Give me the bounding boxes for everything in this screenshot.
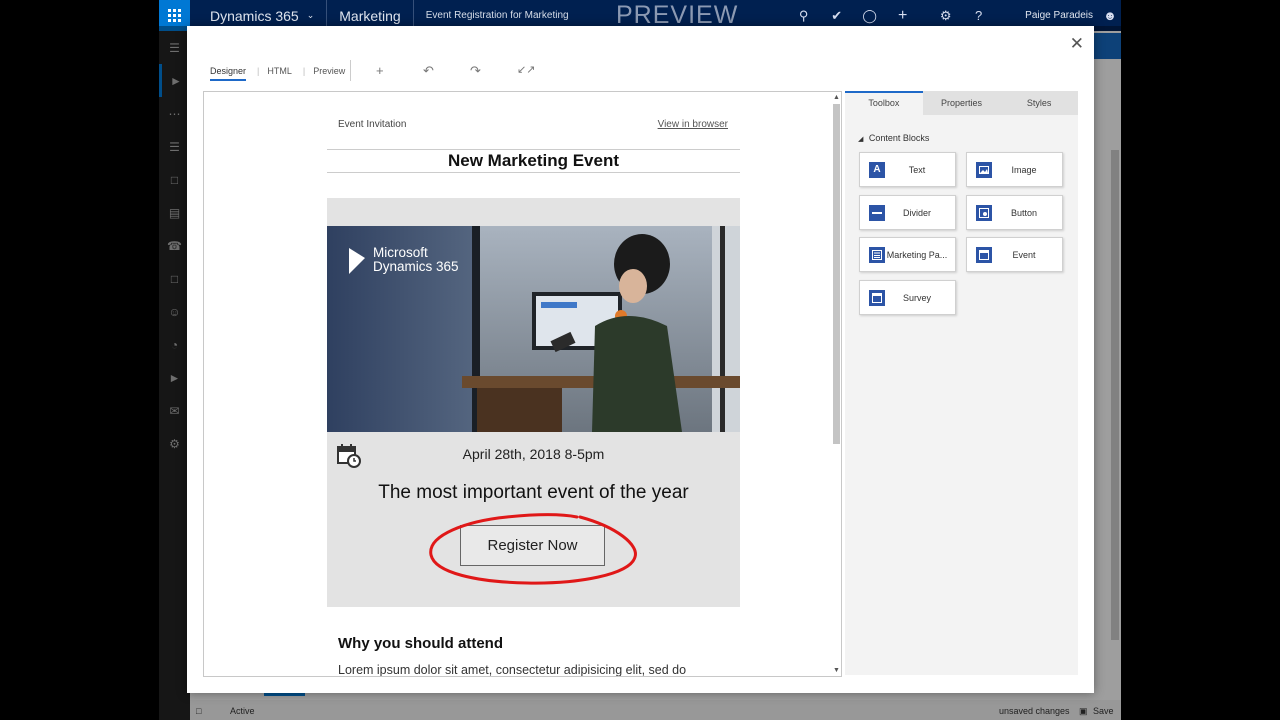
block-label: Marketing Pa... xyxy=(886,249,948,260)
block-button[interactable]: Button xyxy=(966,195,1063,230)
block-label: Divider xyxy=(902,207,931,218)
toolbox-panel: Toolbox Properties Styles ◢ Content Bloc… xyxy=(845,91,1078,675)
redo-icon[interactable]: ↷ xyxy=(470,60,517,81)
block-label: Image xyxy=(1011,164,1037,175)
email-canvas[interactable]: Event Invitation View in browser New Mar… xyxy=(203,91,842,677)
event-icon xyxy=(976,246,992,263)
button-icon xyxy=(976,204,992,221)
undo-icon[interactable]: ↶ xyxy=(423,60,470,81)
editor-tabs: Designer | HTML | Preview xyxy=(210,66,356,81)
event-block[interactable]: Microsoft Dynamics 365 April 28th, 2018 … xyxy=(327,198,740,607)
tab-html[interactable]: HTML xyxy=(267,66,292,81)
toolbar-divider xyxy=(350,60,351,81)
scrollbar-thumb[interactable] xyxy=(833,104,840,444)
body-text: Lorem ipsum dolor sit amet, consectetur … xyxy=(338,663,687,677)
tab-properties[interactable]: Properties xyxy=(923,91,1001,115)
tab-preview[interactable]: Preview xyxy=(313,66,345,81)
user-icon[interactable]: ☻ xyxy=(1099,8,1121,23)
search-icon[interactable]: ⚲ xyxy=(787,8,820,24)
block-image[interactable]: Image xyxy=(966,152,1063,187)
block-survey[interactable]: Survey xyxy=(859,280,956,315)
email-header-row: Event Invitation View in browser xyxy=(338,119,728,130)
breadcrumb: Event Registration for Marketing xyxy=(425,10,569,21)
survey-icon xyxy=(869,289,885,306)
hero-logo-text: Microsoft Dynamics 365 xyxy=(373,246,459,274)
app-name: Dynamics 365 xyxy=(210,7,299,24)
hero-logo-line1: Microsoft xyxy=(373,245,428,260)
tab-styles[interactable]: Styles xyxy=(1000,91,1078,115)
block-label: Event xyxy=(1012,249,1036,260)
collapse-icon[interactable]: ↙↗ xyxy=(517,60,564,81)
lightbulb-icon[interactable]: ◯ xyxy=(853,8,886,24)
content-blocks-label: Content Blocks xyxy=(868,133,930,143)
block-divider[interactable]: Divider xyxy=(859,195,956,230)
chevron-down-icon: ⌄ xyxy=(306,10,315,20)
scroll-down-icon[interactable]: ▼ xyxy=(833,667,840,674)
add-icon[interactable]: + xyxy=(376,60,423,81)
hero-logo-line2: Dynamics 365 xyxy=(373,259,459,274)
block-text[interactable]: A Text xyxy=(859,152,956,187)
panel-tabs: Toolbox Properties Styles xyxy=(845,91,1078,115)
event-date: April 28th, 2018 8-5pm xyxy=(462,446,605,462)
email-title: New Marketing Event xyxy=(327,149,740,173)
scroll-up-icon[interactable]: ▲ xyxy=(833,94,840,101)
email-header-label: Event Invitation xyxy=(338,119,407,130)
email-designer-dialog: ✕ Designer | HTML | Preview + ↶ ↷ ↙↗ Eve… xyxy=(187,26,1094,693)
add-icon[interactable]: + xyxy=(886,7,919,25)
divider-icon xyxy=(869,204,885,221)
editor-toolbar: + ↶ ↷ ↙↗ xyxy=(350,60,564,81)
tab-designer[interactable]: Designer xyxy=(210,66,247,81)
block-marketing-page[interactable]: Marketing Pa... xyxy=(859,237,956,272)
block-label: Text xyxy=(908,164,926,175)
tab-separator: | xyxy=(257,66,260,76)
hero-image: Microsoft Dynamics 365 xyxy=(327,226,740,432)
image-icon xyxy=(976,161,992,178)
help-icon[interactable]: ? xyxy=(962,8,995,23)
task-icon[interactable]: ✔ xyxy=(820,8,853,24)
view-in-browser-link[interactable]: View in browser xyxy=(658,119,728,130)
tab-separator: | xyxy=(302,66,306,76)
close-icon[interactable]: ✕ xyxy=(1070,34,1084,54)
canvas-scrollbar[interactable]: ▲ ▼ xyxy=(832,94,841,674)
highlight-circle-annotation xyxy=(429,513,637,585)
block-label: Button xyxy=(1010,207,1038,218)
collapse-triangle-icon: ◢ xyxy=(858,136,864,143)
content-blocks-header[interactable]: ◢ Content Blocks xyxy=(858,133,929,143)
settings-icon[interactable]: ⚙ xyxy=(929,8,962,24)
block-event[interactable]: Event xyxy=(966,237,1063,272)
tab-toolbox[interactable]: Toolbox xyxy=(845,91,923,115)
user-name[interactable]: Paige Paradeis xyxy=(1025,10,1093,21)
event-tagline: The most important event of the year xyxy=(378,482,689,503)
microsoft-logo-icon xyxy=(349,248,365,274)
text-icon: A xyxy=(869,161,885,178)
block-label: Survey xyxy=(902,292,931,303)
section-heading: Why you should attend xyxy=(338,635,503,652)
marketing-page-icon xyxy=(869,246,885,263)
